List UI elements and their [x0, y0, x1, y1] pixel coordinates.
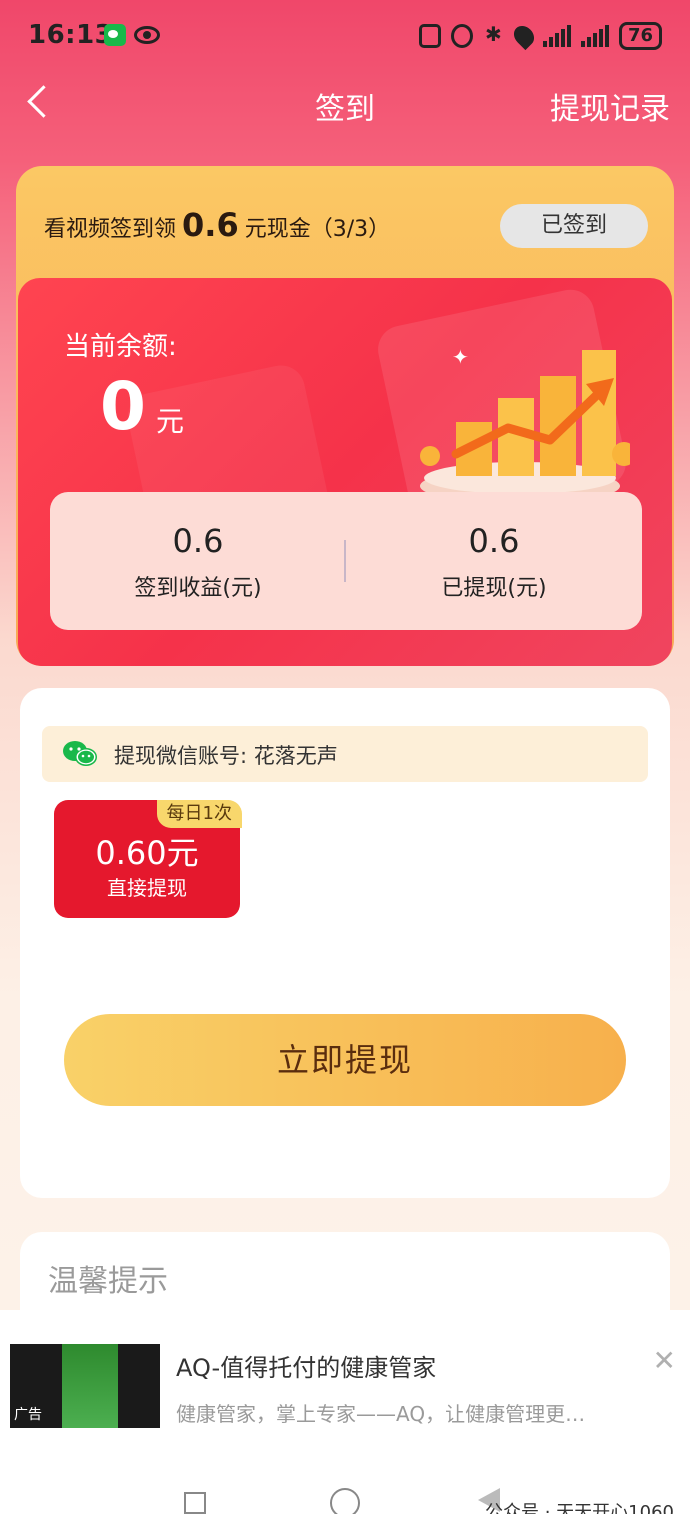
svg-text:✦: ✦ — [452, 345, 469, 369]
wechat-icon — [63, 741, 97, 766]
sign-in-suffix: 元现金（3/3） — [244, 217, 391, 242]
stats-box: 0.6 签到收益(元) 0.6 已提现(元) — [50, 492, 642, 630]
signal-icon — [542, 25, 571, 47]
sign-in-prefix: 看视频签到领 — [44, 217, 177, 242]
stat-withdrawn: 0.6 已提现(元) — [346, 492, 642, 630]
ad-thumbnail[interactable]: 广告 — [10, 1344, 160, 1428]
recent-apps-button[interactable] — [184, 1492, 206, 1514]
balance-label: 当前余额: — [64, 332, 177, 362]
option-amount: 0.60元 — [95, 834, 199, 872]
withdraw-now-button[interactable]: 立即提现 — [64, 1014, 626, 1106]
withdraw-amount-option[interactable]: 每日1次 0.60元 直接提现 — [54, 800, 242, 918]
stat-signin-income: 0.6 签到收益(元) — [50, 492, 346, 630]
daily-limit-badge: 每日1次 — [156, 800, 242, 828]
stat-label: 已提现(元) — [441, 576, 547, 601]
option-label: 直接提现 — [107, 876, 187, 900]
withdraw-card: 提现微信账号: 花落无声 每日1次 0.60元 直接提现 立即提现 — [20, 688, 670, 1198]
sign-in-description: 看视频签到领 0.6 元现金（3/3） — [44, 206, 390, 244]
ad-title[interactable]: AQ-值得托付的健康管家 — [176, 1348, 436, 1383]
system-nav-bar: 公众号 · 天天开心1060 — [0, 1450, 690, 1514]
nfc-icon — [418, 24, 441, 48]
watermark: 公众号 · 天天开心1060 — [485, 1502, 674, 1514]
location-icon — [509, 21, 539, 51]
ad-description: 健康管家，掌上专家——AQ，让健康管理更… — [176, 1402, 586, 1426]
status-bar: 16:13 76 — [0, 0, 690, 72]
balance-unit: 元 — [156, 405, 185, 438]
ad-label: 广告 — [14, 1407, 42, 1423]
eye-icon — [134, 26, 160, 44]
growth-chart-illustration: ✦ — [420, 345, 630, 504]
close-icon[interactable]: ✕ — [653, 1344, 676, 1377]
bluetooth-icon — [483, 22, 505, 48]
stat-label: 签到收益(元) — [134, 576, 262, 601]
nav-bar: 签到 提现记录 — [0, 72, 690, 134]
signal-icon-2 — [580, 25, 609, 47]
signed-button[interactable]: 已签到 — [500, 204, 648, 248]
status-time: 16:13 — [28, 20, 114, 50]
balance-value: 0 — [100, 368, 146, 445]
wechat-account-bar: 提现微信账号: 花落无声 — [42, 726, 648, 782]
sign-in-card: 看视频签到领 0.6 元现金（3/3） 已签到 当前余额: 0 元 ✦ 0.6 签到… — [16, 166, 674, 666]
battery-indicator: 76 — [618, 22, 662, 50]
status-indicators: 76 — [418, 21, 662, 51]
stat-value: 0.6 — [468, 522, 520, 560]
wechat-account-text: 提现微信账号: 花落无声 — [114, 744, 338, 768]
home-button[interactable] — [330, 1488, 360, 1514]
sign-in-bar: 看视频签到领 0.6 元现金（3/3） 已签到 — [16, 166, 674, 278]
stat-value: 0.6 — [172, 522, 224, 560]
ad-banner[interactable]: 广告 AQ-值得托付的健康管家 健康管家，掌上专家——AQ，让健康管理更… ✕ — [0, 1310, 690, 1450]
alarm-icon — [450, 24, 473, 48]
balance-panel: 当前余额: 0 元 ✦ 0.6 签到收益(元) 0.6 已提现(元) — [18, 278, 672, 666]
sign-in-amount: 0.6 — [182, 206, 239, 244]
withdraw-records-link[interactable]: 提现记录 — [550, 84, 670, 128]
tips-title: 温馨提示 — [48, 1264, 168, 1299]
wechat-notification-icon — [104, 24, 126, 46]
